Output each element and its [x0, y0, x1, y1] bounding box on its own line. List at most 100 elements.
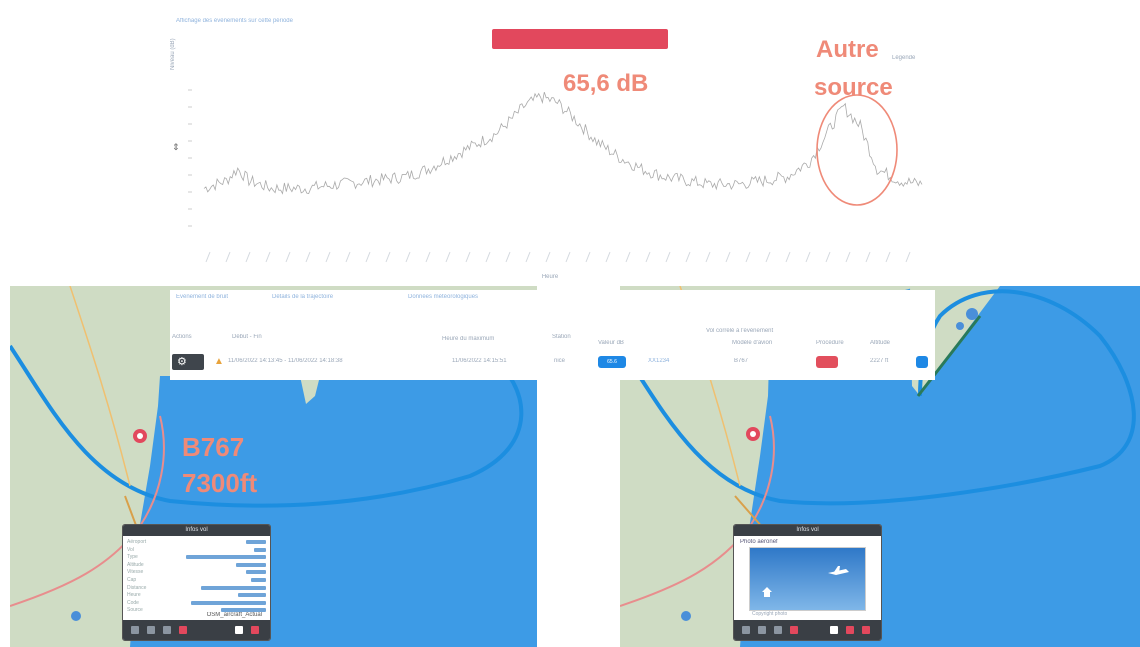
noise-series-line: [203, 91, 923, 195]
popup-row-bar: [246, 540, 266, 544]
x-tick: [905, 251, 911, 263]
popup-row-bar: [238, 593, 266, 598]
x-tick: [565, 251, 571, 263]
popup-row: Heure: [127, 592, 266, 598]
x-tick: [545, 251, 551, 263]
header-procedure: Procédure: [816, 340, 844, 346]
left-popup-footer-label: OSM_aircraft_Actual: [206, 612, 262, 618]
popup-row-label: Cap: [127, 577, 137, 583]
x-tick: [825, 251, 831, 263]
left-popup-title: Infos vol: [123, 525, 270, 536]
left-map-annotation-model: B767: [182, 432, 245, 462]
x-tick: [685, 251, 691, 263]
right-popup-caption: Photo aéronef: [740, 539, 778, 545]
header-max-time: Heure du maximum: [442, 336, 495, 342]
x-tick: [365, 251, 371, 263]
x-tick: [405, 251, 411, 263]
header-db-value: Valeur dB: [598, 340, 624, 346]
right-map-popup: Infos vol Photo aéronef Copyright photo: [733, 524, 882, 641]
popup-row: Cap: [127, 577, 266, 583]
row-period: 11/06/2022 14:13:45 - 11/06/2022 14:18:3…: [228, 358, 343, 364]
popup-row: Altitude: [127, 562, 266, 568]
row-max-time: 11/06/2022 14:15:51: [452, 358, 507, 364]
popup-row-bar: [191, 600, 266, 605]
left-popup-btn-5[interactable]: [235, 626, 243, 634]
left-popup-btn-2[interactable]: [147, 626, 155, 634]
row-actions-button[interactable]: ⚙: [172, 354, 204, 370]
x-tick: [245, 251, 251, 263]
popup-row-label: Heure: [127, 592, 141, 599]
tab-weather[interactable]: Données météorologiques: [408, 294, 498, 300]
right-popup-btn-5[interactable]: [830, 626, 838, 634]
popup-row-label: Distance: [127, 584, 147, 591]
left-popup-btn-6[interactable]: [251, 626, 259, 634]
table-row[interactable]: ⚙ ▲ 11/06/2022 14:13:45 - 11/06/2022 14:…: [170, 354, 935, 370]
x-tick: [585, 251, 591, 263]
x-tick: [765, 251, 771, 263]
left-popup-rows: Aéroport Vol Type Altitude Vitesse Cap Distanc…: [123, 539, 270, 617]
popup-row: Vitesse: [127, 569, 266, 575]
row-model: B767: [734, 358, 749, 364]
popup-row-label: Source: [127, 607, 143, 614]
row-db-badge[interactable]: 65.6: [598, 356, 626, 368]
right-popup-btn-2[interactable]: [758, 626, 766, 634]
popup-row: Aéroport: [127, 539, 266, 545]
header-period: Début - Fin: [232, 334, 262, 340]
row-extra-badge[interactable]: [916, 356, 928, 368]
other-source-highlight: [816, 94, 898, 206]
header-station: Station: [552, 334, 571, 340]
popup-row-bar: [186, 555, 266, 560]
table-header: Actions Début - Fin Heure du maximum Sta…: [170, 328, 935, 346]
popup-row-bar: [251, 578, 266, 582]
right-popup-btn-3[interactable]: [774, 626, 782, 634]
popup-row-bar: [236, 562, 266, 567]
aircraft-photo[interactable]: [749, 547, 866, 611]
popup-row: Type: [127, 554, 266, 560]
header-model: Modèle d'avion: [732, 340, 773, 346]
x-tick: [645, 251, 651, 263]
drag-handle-icon[interactable]: ⇕: [172, 143, 180, 153]
x-tick: [445, 251, 451, 263]
x-tick: [305, 251, 311, 263]
x-tick: [885, 251, 891, 263]
x-tick: [425, 251, 431, 263]
left-map-annotation-altitude: 7300ft: [182, 468, 258, 498]
right-popup-toolbar: [734, 620, 881, 640]
popup-row-label: Code: [127, 599, 139, 606]
x-tick: [605, 251, 611, 263]
left-popup-btn-4[interactable]: [179, 626, 187, 634]
warning-icon: ▲: [214, 356, 224, 367]
popup-row-label: Vitesse: [127, 569, 144, 576]
tab-bar: Évènement de bruit Détails de la traject…: [176, 294, 536, 304]
right-popup-btn-1[interactable]: [742, 626, 750, 634]
x-tick: [485, 251, 491, 263]
left-popup-btn-1[interactable]: [131, 626, 139, 634]
left-popup-btn-3[interactable]: [163, 626, 171, 634]
popup-row-bar: [201, 585, 266, 590]
right-popup-btn-6[interactable]: [846, 626, 854, 634]
gear-icon: ⚙: [177, 356, 187, 368]
chart-x-axis-label: Heure: [541, 274, 559, 280]
x-tick: [525, 251, 531, 263]
x-tick: [865, 251, 871, 263]
popup-row-label: Altitude: [127, 561, 144, 568]
x-tick: [805, 251, 811, 263]
noise-chart-panel: Affichage des évènements sur cette pério…: [170, 0, 930, 285]
aircraft-silhouette-icon: [762, 566, 849, 597]
row-station: nice: [554, 358, 566, 364]
x-tick: [265, 251, 271, 263]
right-popup-btn-4[interactable]: [790, 626, 798, 634]
row-procedure-badge: [816, 356, 838, 368]
popup-row-bar: [246, 570, 266, 575]
x-tick: [745, 251, 751, 263]
right-popup-title: Infos vol: [734, 525, 881, 536]
popup-row-bar: [254, 547, 266, 552]
row-flight[interactable]: XX1234: [648, 358, 688, 364]
header-altitude: Altitude: [870, 340, 891, 346]
tab-trajectory[interactable]: Détails de la trajectoire: [272, 294, 382, 300]
right-popup-btn-7[interactable]: [862, 626, 870, 634]
left-popup-toolbar: [123, 620, 270, 640]
noise-line-chart: ⇕: [172, 89, 923, 263]
header-actions: Actions: [172, 334, 192, 340]
tab-noise-event[interactable]: Évènement de bruit: [176, 294, 256, 300]
